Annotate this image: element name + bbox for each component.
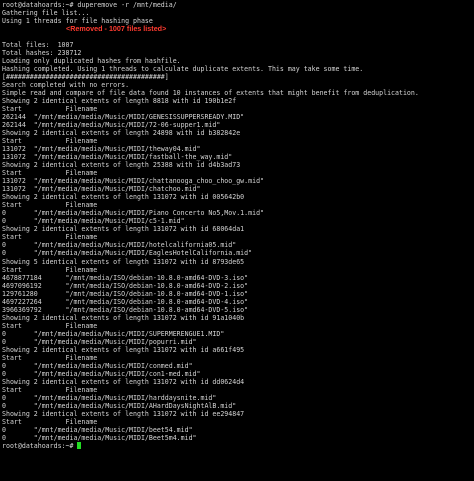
output-line: Showing 2 identical extents of length 24…: [2, 129, 241, 138]
output-line: 0 "/mnt/media/media/Music/MIDI/hotelcali…: [2, 241, 237, 250]
output-line: 0 "/mnt/media/media/Music/MIDI/Piano Con…: [2, 209, 265, 218]
output-line: 131072 "/mnt/media/media/Music/MIDI/chat…: [2, 185, 201, 194]
output-line: Start Filename: [2, 265, 98, 274]
output-line: Search completed with no errors.: [2, 81, 130, 90]
output-line: 131072 "/mnt/media/media/Music/MIDI/chat…: [2, 177, 265, 186]
output-line: Showing 5 identical extents of length 13…: [2, 257, 245, 266]
output-line: 3966369792 "/mnt/media/ISO/debian-10.8.0…: [2, 305, 249, 314]
output-line: 4697096192 "/mnt/media/ISO/debian-10.8.0…: [2, 281, 249, 290]
final-prompt-line[interactable]: root@datahoards:~#: [2, 441, 472, 450]
command-line: root@datahoards:~# duperemove -r /mnt/me…: [2, 1, 177, 9]
output-block: Total files: 1007 Total hashes: 238712 Loa…: [2, 33, 472, 442]
output-line: Start Filename: [2, 201, 98, 210]
output-line: Hashing completed. Using 1 threads to ca…: [2, 65, 364, 74]
output-line: 4678877184 "/mnt/media/ISO/debian-10.8.0…: [2, 273, 249, 282]
output-line: 0 "/mnt/media/media/Music/MIDI/con1-med.…: [2, 369, 201, 378]
output-line: 262144 "/mnt/media/media/Music/MIDI/GENE…: [2, 113, 245, 122]
output-line: Start Filename: [2, 233, 98, 242]
output-line: Total hashes: 238712: [2, 49, 82, 58]
output-line: Gathering file list...: [2, 9, 90, 18]
output-line: 0 "/mnt/media/media/Music/MIDI/EaglesHot…: [2, 249, 253, 258]
output-line: Start Filename: [2, 169, 98, 178]
output-line: Start Filename: [2, 417, 98, 426]
output-line: Total files: 1007: [2, 41, 74, 50]
terminal-window[interactable]: root@datahoards:~# duperemove -r /mnt/me…: [0, 0, 474, 481]
output-line: Showing 2 identical extents of length 13…: [2, 345, 245, 354]
output-line: Loading only duplicated hashes from hash…: [2, 57, 181, 66]
output-block-before-note: Gathering file list... Using 1 threads fo…: [2, 9, 472, 25]
output-line: Showing 2 identical extents of length 13…: [2, 313, 245, 322]
output-line: 0 "/mnt/media/media/Music/MIDI/AHardDays…: [2, 401, 237, 410]
output-line: Start Filename: [2, 385, 98, 394]
output-line: Start Filename: [2, 105, 98, 114]
output-line: 0 "/mnt/media/media/Music/MIDI/conmed.mi…: [2, 361, 193, 370]
output-line: 0 "/mnt/media/media/Music/MIDI/c5-1.mid": [2, 217, 185, 226]
output-line: 0 "/mnt/media/media/Music/MIDI/popurri.m…: [2, 337, 197, 346]
output-line: 4697227264 "/mnt/media/ISO/debian-10.8.0…: [2, 297, 249, 306]
output-line: 262144 "/mnt/media/media/Music/MIDI/72-0…: [2, 121, 221, 130]
output-line: Showing 2 identical extents of length 13…: [2, 225, 245, 234]
output-line: 131072 "/mnt/media/media/Music/MIDI/thew…: [2, 145, 201, 154]
output-line: 0 "/mnt/media/media/Music/MIDI/beet54.mi…: [2, 425, 193, 434]
cursor-icon: [77, 441, 82, 449]
output-line: Start Filename: [2, 321, 98, 330]
output-line: Showing 2 identical extents of length 13…: [2, 377, 245, 386]
output-line: 129761280 "/mnt/media/ISO/debian-10.8.0-…: [2, 289, 249, 298]
output-line: Start Filename: [2, 137, 98, 146]
output-line: Showing 2 identical extents of length 13…: [2, 193, 245, 202]
output-line: 0 "/mnt/media/media/Music/MIDI/SUPERMERE…: [2, 329, 225, 338]
output-line: Simple read and compare of file data fou…: [2, 89, 419, 98]
final-prompt: root@datahoards:~#: [2, 441, 78, 450]
output-line: Start Filename: [2, 353, 98, 362]
output-line: 131072 "/mnt/media/media/Music/MIDI/fast…: [2, 153, 233, 162]
output-line: 0 "/mnt/media/media/Music/MIDI/harddaysn…: [2, 393, 217, 402]
output-line: 0 "/mnt/media/media/Music/MIDI/Beet5m4.m…: [2, 433, 197, 442]
output-line: [#######################################…: [2, 73, 169, 82]
removed-files-note: <Removed - 1007 files listed>: [66, 24, 167, 34]
output-line: Showing 2 identical extents of length 25…: [2, 161, 241, 170]
output-line: Showing 2 identical extents of length 88…: [2, 97, 237, 106]
output-line: Showing 2 identical extents of length 13…: [2, 409, 245, 418]
